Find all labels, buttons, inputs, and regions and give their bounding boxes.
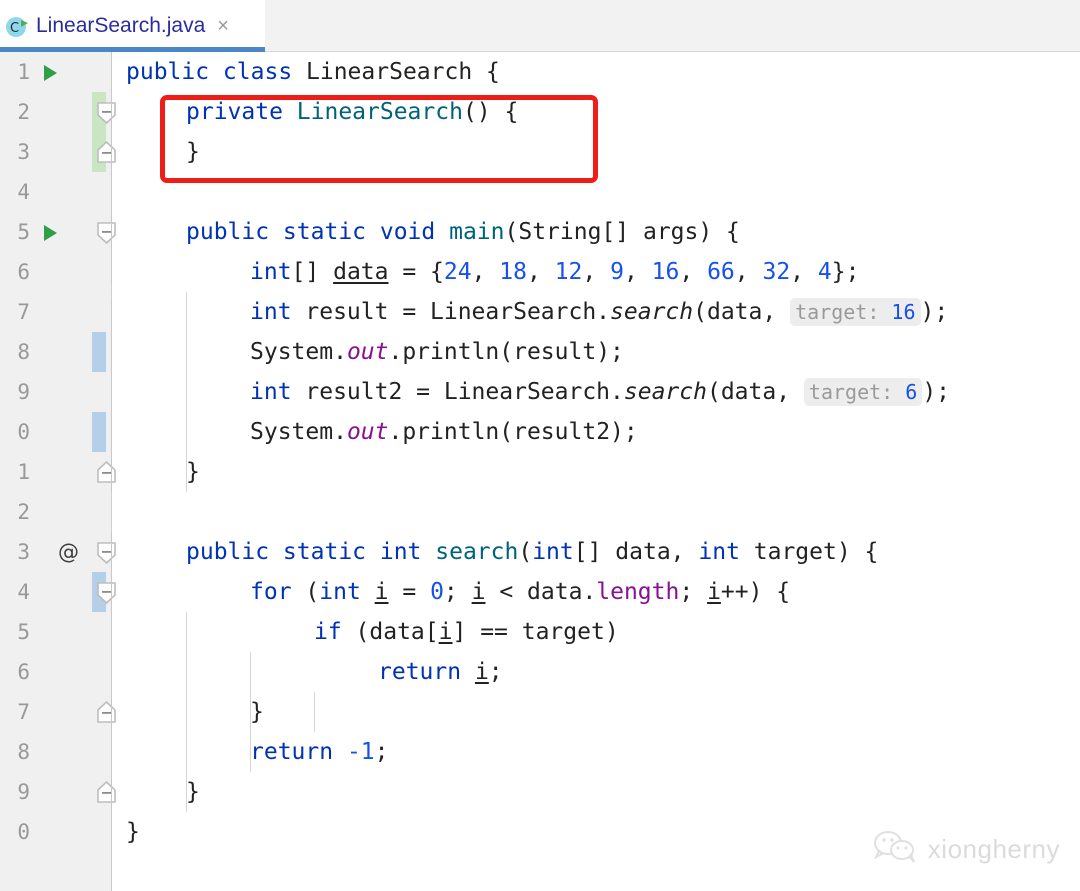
line-number: 7 (17, 300, 30, 324)
line-number: 8 (17, 340, 30, 364)
fold-end-icon[interactable] (97, 461, 116, 483)
svg-text:C: C (10, 21, 19, 36)
code-text: public class LinearSearch { (126, 59, 500, 85)
line-number: 0 (17, 820, 30, 844)
code-line[interactable]: 7 } (0, 692, 1080, 732)
line-number: 3 (17, 540, 30, 564)
wechat-icon (873, 830, 919, 869)
line-number: 2 (17, 500, 30, 524)
code-text: if (data[i] == target) (314, 619, 619, 645)
watermark-text: xiongherny (927, 834, 1060, 864)
code-text: } (250, 699, 264, 725)
code-text: int[] data = {24, 18, 12, 9, 16, 66, 32,… (250, 259, 860, 285)
code-text: public static void main(String[] args) { (186, 219, 740, 245)
code-text: } (186, 459, 200, 485)
code-line[interactable]: 7 int result = LinearSearch.search(data,… (0, 292, 1080, 332)
fold-region-rail (111, 302, 112, 492)
line-number: 6 (17, 660, 30, 684)
code-text: int result2 = LinearSearch.search(data, … (250, 378, 951, 406)
code-text: System.out.println(result); (250, 339, 624, 365)
code-line[interactable]: 8 return -1; (0, 732, 1080, 772)
code-line[interactable]: 9 } (0, 772, 1080, 812)
code-line[interactable]: 2 private LinearSearch() { (0, 92, 1080, 132)
run-gutter-icon[interactable] (44, 65, 57, 81)
fold-collapse-icon[interactable] (97, 222, 116, 244)
code-line[interactable]: 8 System.out.println(result); (0, 332, 1080, 372)
java-class-icon: C (4, 13, 30, 39)
line-number: 6 (17, 260, 30, 284)
fold-region-rail (111, 812, 112, 891)
line-number: 4 (17, 580, 30, 604)
code-line[interactable]: 6 int[] data = {24, 18, 12, 9, 16, 66, 3… (0, 252, 1080, 292)
editor-tab-bar: C LinearSearch.java × (0, 0, 1080, 52)
fold-region-rail (111, 52, 112, 282)
code-editor[interactable]: 1 public class LinearSearch { 2 private … (0, 52, 1080, 891)
fold-collapse-icon[interactable] (97, 102, 116, 124)
code-text: for (int i = 0; i < data.length; i++) { (250, 579, 791, 605)
fold-collapse-icon[interactable] (97, 542, 116, 564)
code-line[interactable]: 9 int result2 = LinearSearch.search(data… (0, 372, 1080, 412)
code-line[interactable]: 4 (0, 172, 1080, 212)
line-number: 3 (17, 140, 30, 164)
line-number: 5 (17, 220, 30, 244)
line-number: 9 (17, 780, 30, 804)
code-text: return i; (378, 659, 503, 685)
watermark: xiongherny (873, 830, 1060, 869)
fold-end-icon[interactable] (97, 701, 116, 723)
line-number: 2 (17, 100, 30, 124)
code-text: } (126, 819, 140, 845)
tab-linearsearch-java[interactable]: C LinearSearch.java × (0, 0, 265, 52)
fold-end-icon[interactable] (97, 781, 116, 803)
fold-collapse-icon[interactable] (97, 582, 116, 604)
inlay-hint-target: target: 6 (803, 378, 923, 406)
code-line[interactable]: 1 public class LinearSearch { (0, 52, 1080, 92)
line-number: 0 (17, 420, 30, 444)
line-number: 5 (17, 620, 30, 644)
code-line[interactable]: 4 for (int i = 0; i < data.length; i++) … (0, 572, 1080, 612)
line-number: 1 (17, 460, 30, 484)
run-gutter-icon[interactable] (44, 225, 57, 241)
code-line[interactable]: 3 } (0, 132, 1080, 172)
tab-label: LinearSearch.java (36, 14, 206, 37)
code-line[interactable]: 2 (0, 492, 1080, 532)
code-text: } (186, 139, 200, 165)
code-line[interactable]: 6 return i; (0, 652, 1080, 692)
fold-end-icon[interactable] (97, 141, 116, 163)
code-text: return -1; (250, 739, 389, 765)
code-text: int result = LinearSearch.search(data, t… (250, 298, 949, 326)
line-number: 7 (17, 700, 30, 724)
line-number: 4 (17, 180, 30, 204)
line-number: 9 (17, 380, 30, 404)
line-number: 1 (17, 60, 30, 84)
fold-region-rail (111, 532, 112, 812)
close-icon[interactable]: × (217, 16, 229, 36)
code-line[interactable]: 0 System.out.println(result2); (0, 412, 1080, 452)
code-line[interactable]: 5 public static void main(String[] args)… (0, 212, 1080, 252)
code-text: } (186, 779, 200, 805)
code-line[interactable]: 3 @ public static int search(int[] data,… (0, 532, 1080, 572)
line-number: 8 (17, 740, 30, 764)
code-text: public static int search(int[] data, int… (186, 539, 879, 565)
code-text: System.out.println(result2); (250, 419, 638, 445)
code-line[interactable]: 1 } (0, 452, 1080, 492)
inlay-hint-target: target: 16 (790, 298, 921, 326)
override-gutter-icon[interactable]: @ (58, 532, 79, 572)
code-line[interactable]: 5 if (data[i] == target) (0, 612, 1080, 652)
code-text: private LinearSearch() { (186, 99, 519, 125)
